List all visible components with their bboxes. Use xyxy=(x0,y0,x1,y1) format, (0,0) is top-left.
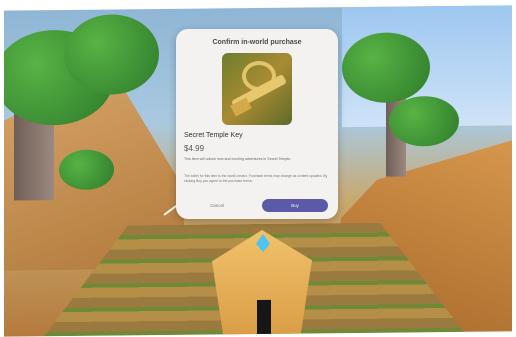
temple-door xyxy=(257,299,271,337)
dialog-title: Confirm in-world purchase xyxy=(212,39,302,46)
item-name: Secret Temple Key xyxy=(184,132,243,139)
purchase-confirmation-dialog: Confirm in-world purchase Secret Temple … xyxy=(176,29,338,219)
buy-button[interactable]: Buy xyxy=(262,199,328,212)
tree-canopy-left-top xyxy=(64,14,159,96)
bush-right xyxy=(389,95,459,147)
item-thumbnail-key xyxy=(222,53,292,125)
item-description: This item will unlock new and exciting a… xyxy=(184,157,292,161)
item-price: $4.99 xyxy=(184,144,205,153)
cancel-button[interactable]: Cancel xyxy=(186,199,248,212)
purchase-fine-print: The seller for this item is the world cr… xyxy=(184,174,328,183)
